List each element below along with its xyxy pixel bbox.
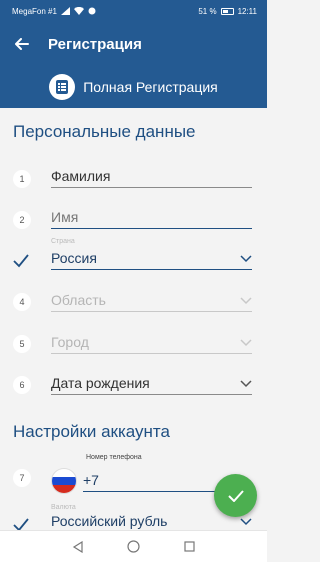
nav-back-icon[interactable] xyxy=(72,540,84,553)
registration-type-bar: Полная Регистрация xyxy=(0,66,267,108)
nav-home-icon[interactable] xyxy=(127,540,141,553)
birthdate-row: 6 Дата рождения xyxy=(0,367,267,407)
step-number: 6 xyxy=(13,376,31,394)
clock: 12:11 xyxy=(237,6,257,16)
nav-recents-icon[interactable] xyxy=(184,541,195,552)
document-list-icon xyxy=(49,74,76,100)
chevron-down-icon xyxy=(240,518,252,526)
status-bar: MegaFon #1 51 % 12:11 xyxy=(0,0,267,22)
country-select[interactable]: Россия xyxy=(51,246,252,270)
birthdate-select[interactable]: Дата рождения xyxy=(51,371,252,395)
arrow-back-icon xyxy=(15,38,29,50)
chevron-down-icon xyxy=(240,297,252,305)
check-icon xyxy=(13,254,29,268)
step-number: 5 xyxy=(13,335,31,353)
page-title: Регистрация xyxy=(48,35,142,53)
phone-label: Номер телефона xyxy=(86,454,142,461)
city-placeholder: Город xyxy=(51,334,89,350)
region-select[interactable]: Область xyxy=(51,288,252,312)
name-placeholder: Имя xyxy=(51,209,79,225)
app-bar: Регистрация xyxy=(0,22,267,66)
phone-input[interactable]: +7 xyxy=(83,468,233,492)
step-number: 2 xyxy=(13,211,31,229)
chevron-down-icon xyxy=(240,339,252,347)
signal-icon xyxy=(60,7,70,15)
surname-row: 1 Фамилия xyxy=(0,160,267,200)
country-value: Россия xyxy=(51,250,97,266)
russia-flag-icon[interactable] xyxy=(51,468,77,494)
chevron-down-icon xyxy=(240,380,252,388)
battery-icon xyxy=(220,7,234,15)
region-placeholder: Область xyxy=(51,292,106,308)
chat-icon xyxy=(88,7,96,15)
currency-value: Российский рубль xyxy=(51,513,168,529)
name-input[interactable]: Имя xyxy=(51,205,252,229)
submit-fab-button[interactable] xyxy=(214,474,257,517)
city-row: 5 Город xyxy=(0,326,267,366)
surname-input[interactable]: Фамилия xyxy=(51,164,252,188)
carrier-label: MegaFon #1 xyxy=(12,6,57,16)
city-select[interactable]: Город xyxy=(51,330,252,354)
step-number: 7 xyxy=(13,469,31,487)
back-button[interactable] xyxy=(0,22,44,66)
chevron-down-icon xyxy=(240,255,252,263)
phone-prefix: +7 xyxy=(83,472,99,488)
surname-placeholder: Фамилия xyxy=(51,168,111,184)
birthdate-placeholder: Дата рождения xyxy=(51,375,150,391)
country-label: Страна xyxy=(51,238,75,245)
personal-data-heading: Персональные данные xyxy=(13,122,196,141)
battery-percent: 51 % xyxy=(198,6,217,16)
wifi-icon xyxy=(73,7,84,15)
country-row: Страна Россия xyxy=(0,238,267,278)
step-number: 4 xyxy=(13,293,31,311)
system-nav-bar xyxy=(0,530,267,562)
name-row: 2 Имя xyxy=(0,201,267,241)
account-settings-heading: Настройки аккаунта xyxy=(13,422,170,441)
region-row: 4 Область xyxy=(0,284,267,324)
check-icon xyxy=(227,489,244,502)
step-number: 1 xyxy=(13,170,31,188)
registration-type-label: Полная Регистрация xyxy=(83,79,218,95)
